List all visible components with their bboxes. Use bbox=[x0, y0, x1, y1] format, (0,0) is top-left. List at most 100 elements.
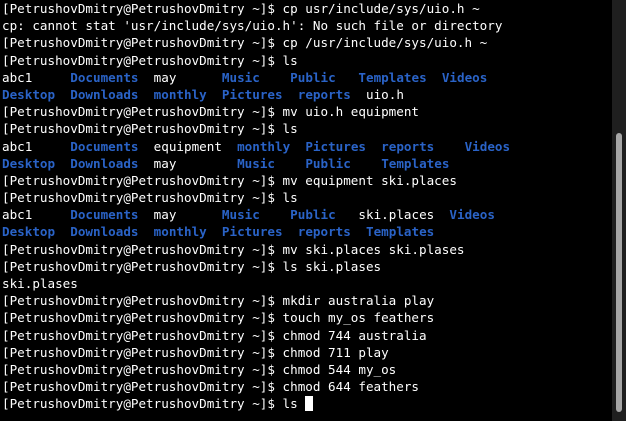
terminal-text: [PetrushovDmitry@PetrushovDmitry ~]$ chm… bbox=[2, 379, 420, 395]
terminal-text: [PetrushovDmitry@PetrushovDmitry ~]$ ls bbox=[2, 52, 298, 68]
scrollbar-thumb[interactable] bbox=[616, 133, 622, 412]
terminal-text: may bbox=[138, 69, 222, 85]
terminal-text: uio.h bbox=[350, 86, 404, 102]
terminal-text: [PetrushovDmitry@PetrushovDmitry ~]$ chm… bbox=[2, 361, 397, 377]
terminal-line: [PetrushovDmitry@PetrushovDmitry ~]$ chm… bbox=[2, 378, 510, 395]
directory-name: Public bbox=[290, 69, 336, 85]
terminal-text: [PetrushovDmitry@PetrushovDmitry ~]$ mv … bbox=[2, 172, 457, 188]
terminal-text: may bbox=[138, 207, 222, 223]
directory-name: Documents bbox=[70, 69, 139, 85]
directory-name: Documents bbox=[70, 207, 139, 223]
terminal-text: [PetrushovDmitry@PetrushovDmitry ~]$ mv … bbox=[2, 104, 420, 120]
terminal-text: ski.plases bbox=[2, 276, 78, 291]
directory-name: monthly bbox=[153, 224, 207, 240]
directory-name: Music bbox=[221, 207, 260, 223]
terminal-line: abc1 Documents may Music Public Template… bbox=[2, 69, 510, 86]
terminal-text: [PetrushovDmitry@PetrushovDmitry ~]$ chm… bbox=[2, 344, 389, 360]
terminal-line: [PetrushovDmitry@PetrushovDmitry ~]$ mv … bbox=[2, 241, 510, 258]
terminal-line: [PetrushovDmitry@PetrushovDmitry ~]$ tou… bbox=[2, 309, 510, 326]
terminal-text: [PetrushovDmitry@PetrushovDmitry ~]$ ls bbox=[2, 121, 298, 137]
terminal-text: [PetrushovDmitry@PetrushovDmitry ~]$ ls … bbox=[2, 258, 382, 274]
terminal-line: [PetrushovDmitry@PetrushovDmitry ~]$ chm… bbox=[2, 361, 510, 378]
text-cursor bbox=[305, 396, 314, 412]
terminal-line: [PetrushovDmitry@PetrushovDmitry ~]$ chm… bbox=[2, 327, 510, 344]
vertical-scrollbar[interactable] bbox=[612, 0, 626, 421]
terminal-text: abc1 bbox=[2, 69, 71, 85]
directory-name: Templates bbox=[366, 224, 435, 240]
terminal-text: abc1 bbox=[2, 138, 71, 154]
terminal-line: [PetrushovDmitry@PetrushovDmitry ~]$ ls bbox=[2, 395, 510, 412]
terminal-lines: [PetrushovDmitry@PetrushovDmitry ~]$ cp … bbox=[2, 0, 510, 413]
terminal-line: [PetrushovDmitry@PetrushovDmitry ~]$ mv … bbox=[2, 172, 510, 189]
directory-name: monthly bbox=[153, 86, 207, 102]
directory-name: Desktop bbox=[2, 224, 56, 240]
terminal-line: Desktop Downloads may Music Public Templ… bbox=[2, 155, 510, 172]
terminal-line: [PetrushovDmitry@PetrushovDmitry ~]$ ls bbox=[2, 189, 510, 206]
directory-name: Videos bbox=[464, 138, 511, 154]
terminal-text: [PetrushovDmitry@PetrushovDmitry ~]$ mkd… bbox=[2, 293, 435, 309]
terminal-line: [PetrushovDmitry@PetrushovDmitry ~]$ ls … bbox=[2, 258, 510, 275]
terminal-line: [PetrushovDmitry@PetrushovDmitry ~]$ mv … bbox=[2, 103, 510, 120]
directory-name: Templates bbox=[358, 69, 427, 85]
directory-name: Downloads bbox=[70, 224, 139, 240]
directory-name: Music bbox=[221, 69, 260, 85]
directory-name: reports bbox=[297, 86, 351, 102]
directory-name: Pictures bbox=[305, 138, 366, 154]
directory-name: Videos bbox=[441, 69, 488, 85]
directory-name: Desktop bbox=[2, 155, 56, 171]
terminal-line: [PetrushovDmitry@PetrushovDmitry ~]$ chm… bbox=[2, 344, 510, 361]
directory-name: Music bbox=[237, 155, 275, 171]
directory-name: Public bbox=[305, 155, 351, 171]
terminal-text: [PetrushovDmitry@PetrushovDmitry ~]$ cp … bbox=[2, 35, 488, 51]
directory-name: reports bbox=[297, 224, 351, 240]
terminal-line: Desktop Downloads monthly Pictures repor… bbox=[2, 86, 510, 103]
terminal-line: [PetrushovDmitry@PetrushovDmitry ~]$ ls bbox=[2, 120, 510, 137]
terminal-text: [PetrushovDmitry@PetrushovDmitry ~]$ tou… bbox=[2, 310, 435, 326]
terminal-line: ski.plases bbox=[2, 275, 510, 292]
terminal-output[interactable]: [PetrushovDmitry@PetrushovDmitry ~]$ cp … bbox=[0, 0, 612, 421]
terminal-text: equipment bbox=[138, 138, 238, 154]
terminal-line: [PetrushovDmitry@PetrushovDmitry ~]$ cp … bbox=[2, 0, 510, 17]
directory-name: Documents bbox=[70, 138, 139, 154]
directory-name: monthly bbox=[237, 138, 291, 154]
terminal-text: ski.places bbox=[335, 207, 450, 223]
directory-name: Templates bbox=[381, 155, 450, 171]
terminal-text: [PetrushovDmitry@PetrushovDmitry ~]$ ls bbox=[2, 190, 298, 206]
terminal-text: [PetrushovDmitry@PetrushovDmitry ~]$ mv … bbox=[2, 241, 465, 257]
directory-name: Desktop bbox=[2, 86, 56, 102]
directory-name: Pictures bbox=[221, 86, 283, 102]
terminal-line: abc1 Documents equipment monthly Picture… bbox=[2, 138, 510, 155]
terminal-line: [PetrushovDmitry@PetrushovDmitry ~]$ ls bbox=[2, 52, 510, 69]
terminal-text: [PetrushovDmitry@PetrushovDmitry ~]$ cp … bbox=[2, 1, 480, 16]
terminal-text: [PetrushovDmitry@PetrushovDmitry ~]$ chm… bbox=[2, 327, 427, 343]
directory-name: Pictures bbox=[221, 224, 283, 240]
terminal-text: may bbox=[138, 155, 238, 171]
terminal-line: [PetrushovDmitry@PetrushovDmitry ~]$ cp … bbox=[2, 34, 510, 51]
directory-name: Downloads bbox=[70, 86, 139, 102]
terminal-text: [PetrushovDmitry@PetrushovDmitry ~]$ ls bbox=[2, 396, 306, 412]
directory-name: reports bbox=[381, 138, 435, 154]
directory-name: Public bbox=[290, 207, 336, 223]
terminal-text: cp: cannot stat 'usr/include/sys/uio.h':… bbox=[2, 18, 503, 34]
terminal-line: cp: cannot stat 'usr/include/sys/uio.h':… bbox=[2, 17, 510, 34]
terminal-line: [PetrushovDmitry@PetrushovDmitry ~]$ mkd… bbox=[2, 292, 510, 309]
directory-name: Videos bbox=[449, 207, 495, 223]
terminal-line: Desktop Downloads monthly Pictures repor… bbox=[2, 223, 510, 240]
